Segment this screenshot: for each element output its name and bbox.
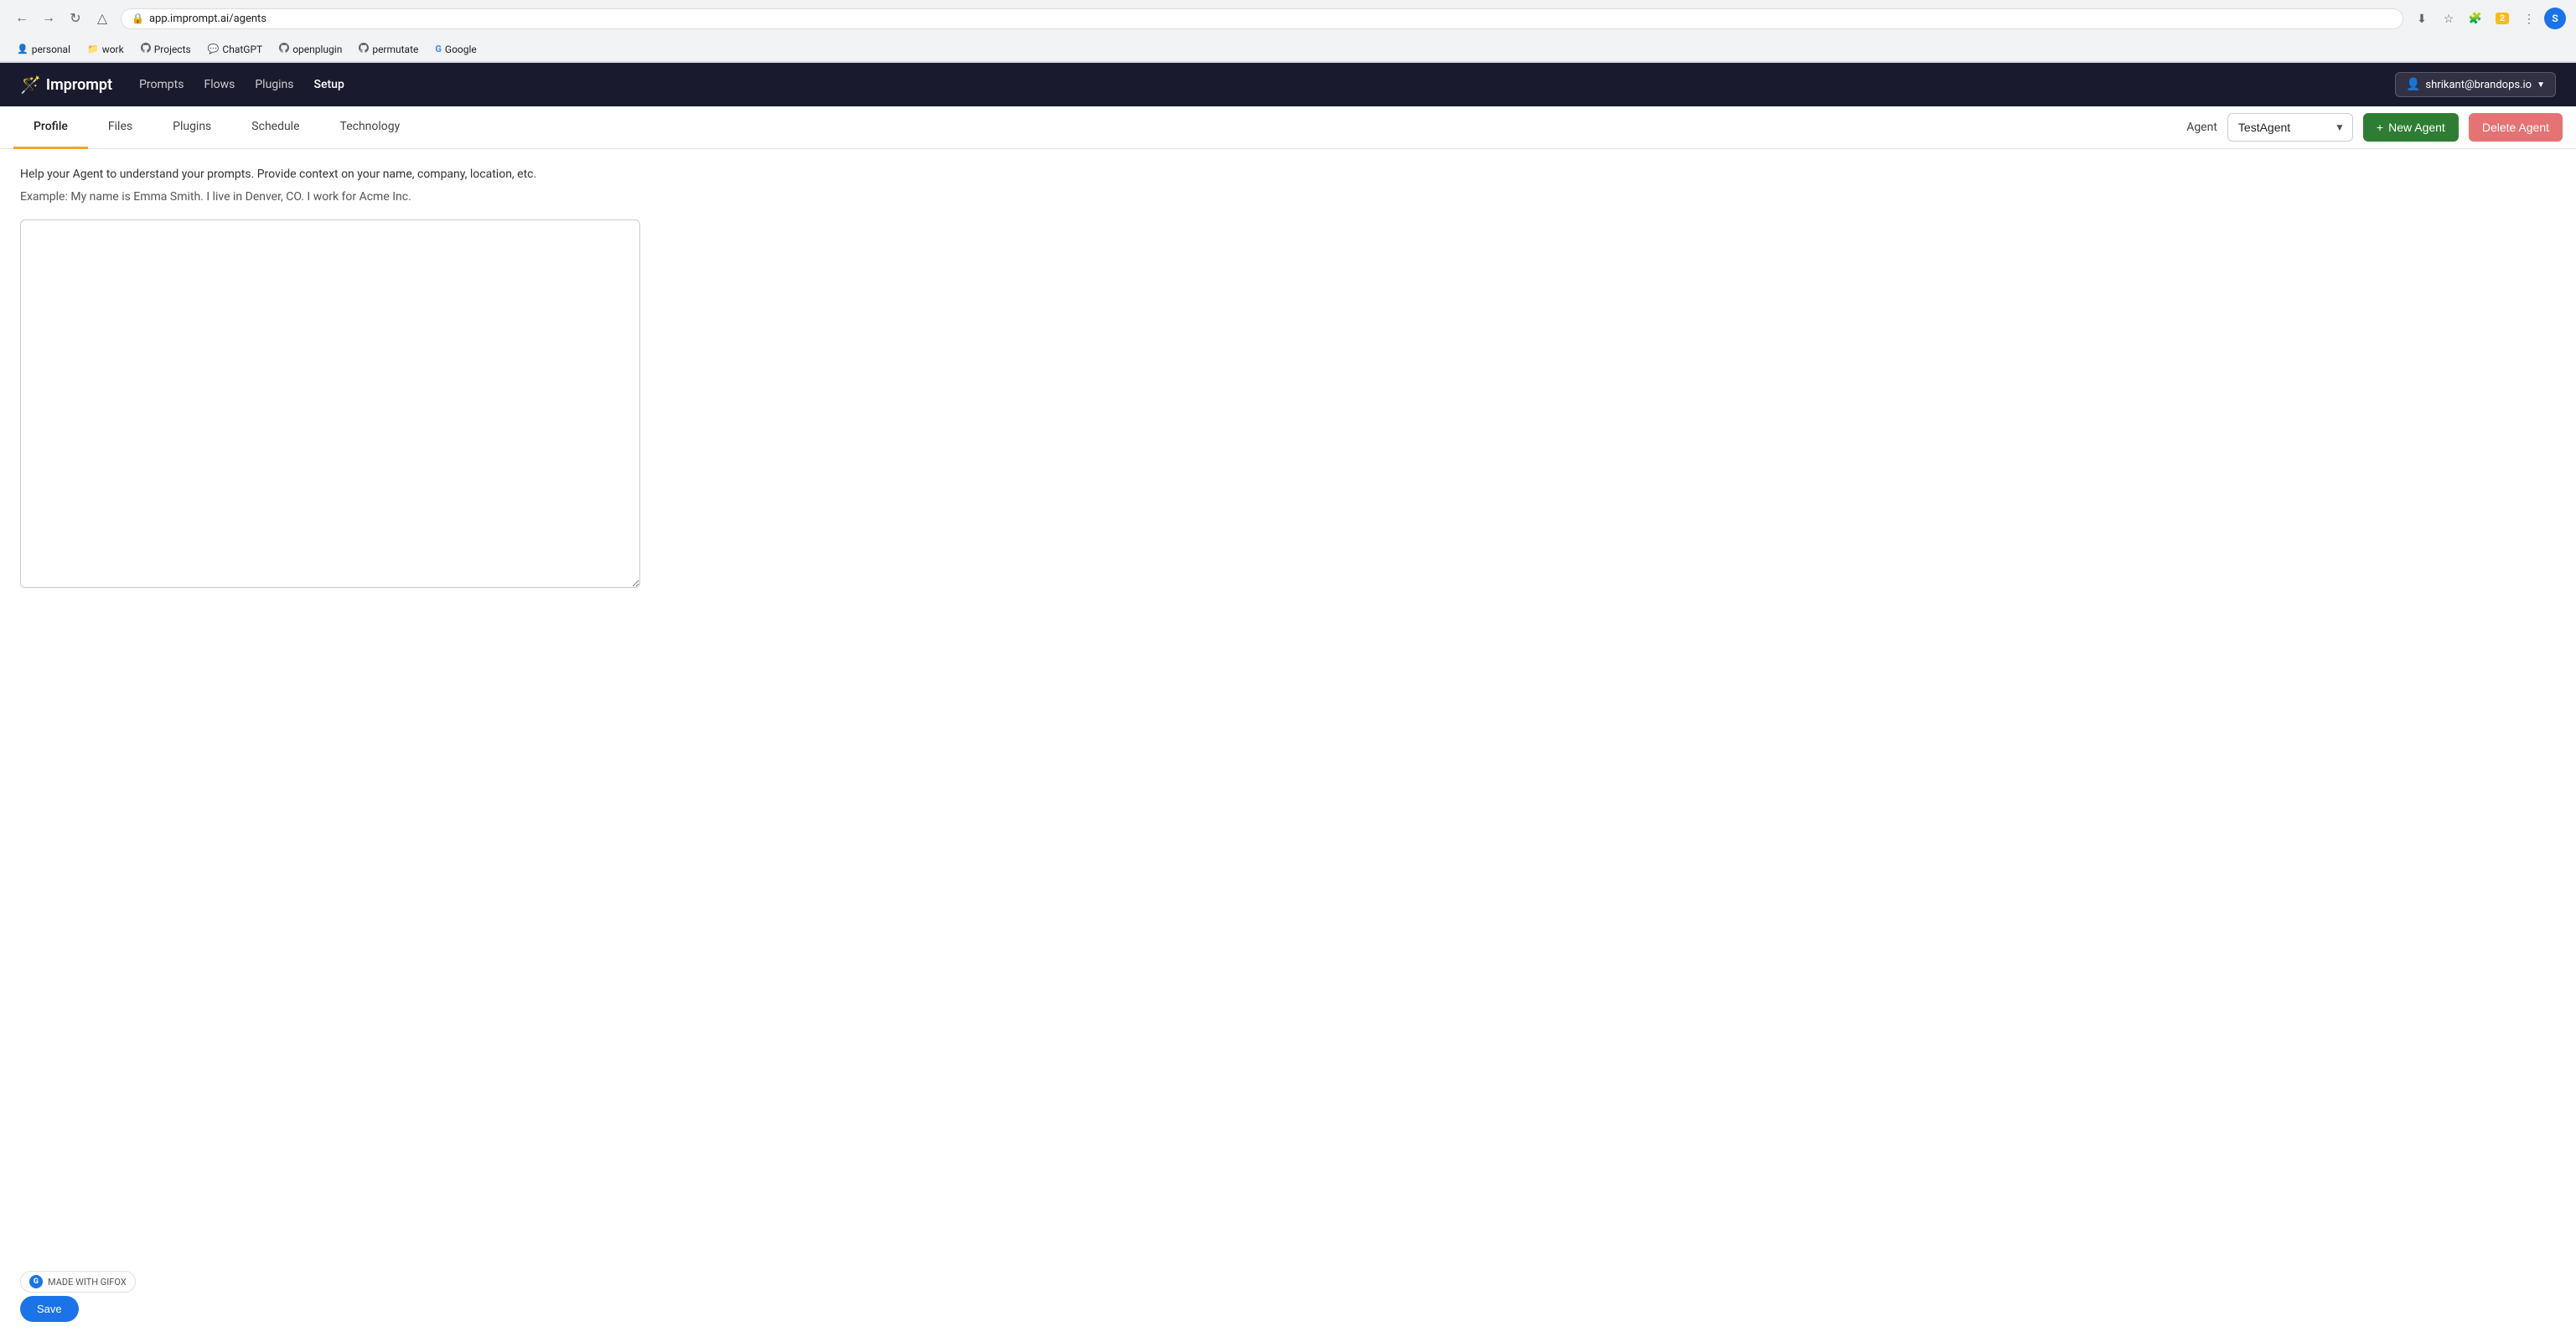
logo-icon: 🪄: [20, 75, 41, 95]
chatgpt-icon: 💬: [208, 44, 220, 54]
browser-profile-avatar[interactable]: S: [2544, 8, 2566, 29]
agent-select[interactable]: TestAgent Agent1 Agent2: [2227, 113, 2353, 142]
tabs-bar: Profile Files Plugins Schedule Technolog…: [0, 106, 2576, 149]
home-button[interactable]: △: [91, 7, 114, 30]
agent-label: Agent: [2186, 121, 2217, 134]
bookmarks-bar: 👤 personal 📁 work Projects 💬 ChatGPT ope…: [0, 37, 2576, 62]
plus-icon: +: [2377, 121, 2383, 134]
bookmark-chatgpt[interactable]: 💬 ChatGPT: [201, 41, 269, 58]
user-email: shrikant@brandops.io: [2425, 79, 2532, 91]
bookmark-google[interactable]: G Google: [428, 41, 483, 58]
new-agent-button[interactable]: + New Agent: [2363, 113, 2459, 142]
help-text: Help your Agent to understand your promp…: [20, 166, 2556, 183]
chevron-down-icon: ▼: [2537, 80, 2545, 90]
bookmark-openplugin[interactable]: openplugin: [272, 40, 349, 58]
browser-actions: ⬇ ☆ 🧩 2 ⋮ S: [2410, 7, 2566, 30]
save-button[interactable]: Save: [20, 1296, 79, 1322]
url-text: app.imprompt.ai/agents: [149, 13, 266, 25]
bookmark-permutate[interactable]: permutate: [352, 40, 425, 58]
browser-toolbar: ← → ↻ △ 🔒 app.imprompt.ai/agents ⬇ ☆ 🧩 2…: [0, 0, 2576, 37]
tab-files[interactable]: Files: [88, 106, 153, 149]
gifox-badge[interactable]: G MADE WITH GIFOX: [20, 1271, 136, 1293]
agent-select-wrapper: TestAgent Agent1 Agent2 ▼: [2227, 113, 2353, 142]
bookmark-icon[interactable]: ☆: [2437, 7, 2460, 30]
back-button[interactable]: ←: [10, 7, 34, 30]
user-menu[interactable]: 👤 shrikant@brandops.io ▼: [2395, 72, 2556, 97]
person-icon: 👤: [17, 44, 28, 54]
profile-section: Help your Agent to understand your promp…: [0, 149, 2576, 608]
main-content: Profile Files Plugins Schedule Technolog…: [0, 106, 2576, 608]
github-icon: [141, 43, 151, 55]
delete-agent-button[interactable]: Delete Agent: [2469, 113, 2563, 142]
google-icon: G: [435, 44, 442, 54]
openplugin-icon: [279, 43, 289, 55]
gifox-label: MADE WITH GIFOX: [48, 1277, 127, 1288]
extensions-icon[interactable]: 🧩: [2464, 7, 2487, 30]
tab-technology[interactable]: Technology: [320, 106, 421, 149]
header-right: 👤 shrikant@brandops.io ▼: [2395, 72, 2556, 97]
tab-schedule[interactable]: Schedule: [231, 106, 319, 149]
user-icon: 👤: [2406, 78, 2420, 91]
bookmark-projects[interactable]: Projects: [134, 40, 198, 58]
tab-profile[interactable]: Profile: [13, 106, 88, 149]
nav-setup[interactable]: Setup: [314, 75, 344, 95]
menu-icon[interactable]: ⋮: [2517, 7, 2541, 30]
folder-icon: 📁: [87, 44, 99, 54]
app-nav: Prompts Flows Plugins Setup: [139, 75, 344, 95]
gifox-icon: G: [29, 1275, 43, 1288]
new-agent-label: New Agent: [2388, 121, 2445, 134]
reload-button[interactable]: ↻: [64, 7, 87, 30]
nav-flows[interactable]: Flows: [204, 75, 235, 95]
app-header: 🪄 Imprompt Prompts Flows Plugins Setup 👤…: [0, 63, 2576, 106]
nav-buttons: ← → ↻ △: [10, 7, 114, 30]
app-logo[interactable]: 🪄 Imprompt: [20, 75, 112, 95]
permutate-icon: [359, 43, 369, 55]
save-btn-container: G MADE WITH GIFOX Save: [20, 1271, 136, 1322]
logo-text: Imprompt: [46, 76, 112, 94]
tab-icon[interactable]: 2: [2491, 7, 2514, 30]
profile-textarea[interactable]: [20, 219, 640, 588]
browser-chrome: ← → ↻ △ 🔒 app.imprompt.ai/agents ⬇ ☆ 🧩 2…: [0, 0, 2576, 63]
bookmark-personal[interactable]: 👤 personal: [10, 41, 77, 58]
forward-button[interactable]: →: [37, 7, 60, 30]
example-text: Example: My name is Emma Smith. I live i…: [20, 188, 2556, 206]
agent-controls: Agent TestAgent Agent1 Agent2 ▼ + New Ag…: [2186, 113, 2563, 142]
lock-icon: 🔒: [132, 13, 144, 24]
bookmark-work[interactable]: 📁 work: [80, 41, 131, 58]
nav-plugins[interactable]: Plugins: [255, 75, 293, 95]
address-bar[interactable]: 🔒 app.imprompt.ai/agents: [121, 8, 2403, 29]
download-icon[interactable]: ⬇: [2410, 7, 2434, 30]
tab-plugins[interactable]: Plugins: [153, 106, 231, 149]
nav-prompts[interactable]: Prompts: [139, 75, 184, 95]
